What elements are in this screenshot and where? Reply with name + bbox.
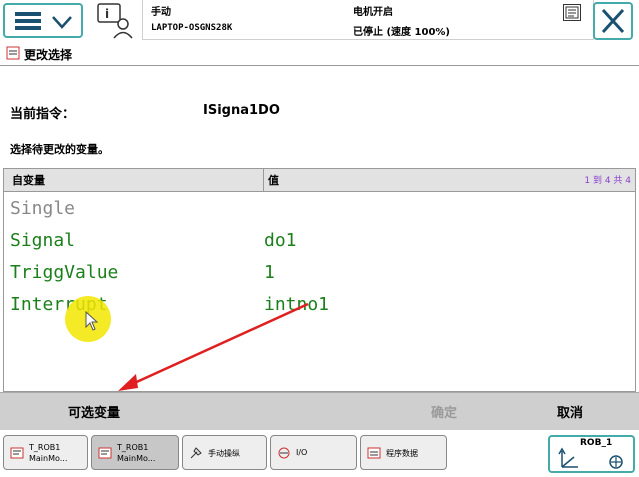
view-title: 更改选择 <box>24 48 73 62</box>
data-icon <box>367 447 381 459</box>
menu-icon <box>15 12 41 30</box>
table-row[interactable]: Single <box>4 194 635 226</box>
argument-name: Single <box>10 198 76 219</box>
column-header-argument: 自变量 <box>12 174 45 187</box>
current-instruction-value: ISigna1DO <box>203 103 280 118</box>
controller-name: LAPTOP-OSGNS28K <box>151 23 233 33</box>
task-label: T_ROB1 <box>117 443 149 452</box>
robot-selector[interactable]: ROB_1 <box>548 435 635 473</box>
operator-icon[interactable]: i <box>96 2 134 40</box>
svg-text:i: i <box>105 7 109 21</box>
task-program-data[interactable]: 程序数据 <box>360 435 447 470</box>
task-jogging[interactable]: 手动操纵 <box>182 435 267 470</box>
optional-arguments-button[interactable]: 可选变量 <box>68 402 120 421</box>
task-sublabel: MainMo... <box>29 454 68 463</box>
task-io[interactable]: I/O <box>270 435 357 470</box>
ok-button[interactable]: 确定 <box>431 402 457 421</box>
coordinate-icon <box>558 447 623 469</box>
close-icon <box>601 8 625 34</box>
close-button[interactable] <box>593 2 633 40</box>
program-icon <box>10 447 24 459</box>
argument-name: TriggValue <box>10 262 119 283</box>
task-label: T_ROB1 <box>29 443 61 452</box>
column-header-value: 值 <box>268 174 279 187</box>
current-instruction-label: 当前指令： <box>10 107 76 122</box>
top-bar: i 手动 LAPTOP-OSGNS28K 电机开启 已停止 (速度 100%) <box>0 0 639 43</box>
argument-value: do1 <box>264 230 297 251</box>
jog-icon <box>190 447 202 459</box>
argument-value: 1 <box>264 262 275 283</box>
task-t-rob1-active[interactable]: T_ROB1 MainMo... <box>91 435 179 470</box>
taskbar: T_ROB1 MainMo... T_ROB1 MainMo... 手动操纵 I… <box>0 430 639 477</box>
instruction-text: 选择待更改的变量。 <box>10 143 109 156</box>
status-bar[interactable]: 手动 LAPTOP-OSGNS28K 电机开启 已停止 (速度 100%) <box>142 0 594 40</box>
task-t-rob1[interactable]: T_ROB1 MainMo... <box>3 435 88 470</box>
program-icon <box>563 4 581 21</box>
operating-mode: 手动 <box>151 7 171 18</box>
mouse-pointer-icon <box>85 311 99 331</box>
argument-name: Signal <box>10 230 76 251</box>
row-count: 1 到 4 共 4 <box>584 176 631 186</box>
table-row[interactable]: TriggValue 1 <box>4 258 635 290</box>
argument-table: 自变量 值 1 到 4 共 4 Single Signal do1 TriggV… <box>3 168 636 392</box>
task-label: I/O <box>296 448 308 457</box>
column-divider <box>263 169 264 191</box>
io-icon <box>278 447 290 459</box>
program-state: 已停止 (速度 100%) <box>353 27 450 38</box>
chevron-down-icon <box>52 16 72 29</box>
motor-state: 电机开启 <box>353 7 393 18</box>
task-label: 程序数据 <box>386 449 418 458</box>
edit-icon <box>6 46 20 60</box>
view-header: 更改选择 <box>0 43 639 66</box>
table-header: 自变量 值 1 到 4 共 4 <box>4 169 635 192</box>
program-icon <box>98 447 112 459</box>
action-bar: 可选变量 确定 取消 <box>0 392 639 431</box>
task-sublabel: MainMo... <box>117 454 156 463</box>
task-label: 手动操纵 <box>208 449 240 458</box>
main-menu-button[interactable] <box>3 3 83 38</box>
argument-value: intno1 <box>264 294 330 315</box>
table-row[interactable]: Signal do1 <box>4 226 635 258</box>
cancel-button[interactable]: 取消 <box>557 402 583 421</box>
